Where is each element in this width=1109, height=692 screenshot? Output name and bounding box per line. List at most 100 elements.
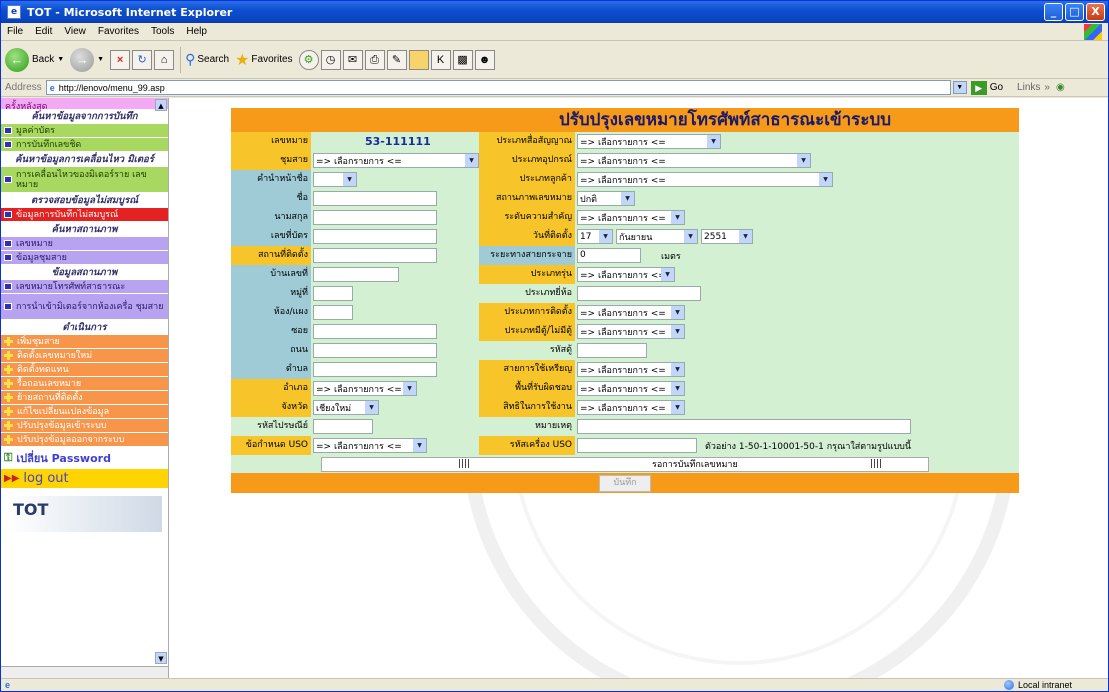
sidebar-item-label: ปรับปรุงข้อมูลออกจากระบบ [17,434,125,445]
minimize-button[interactable]: _ [1044,3,1063,21]
sidebar-item-exchange[interactable]: ข้อมูลชุมสาย [1,251,168,265]
room-panel-input[interactable] [313,305,353,320]
number-status-select[interactable]: ปกติ ▼ [577,191,635,206]
menu-view[interactable]: View [64,26,86,37]
sidebar-item-update-in[interactable]: ปรับปรุงข้อมูลเข้าระบบ [1,419,168,433]
sidebar-item-update-out[interactable]: ปรับปรุงข้อมูลออกจากระบบ [1,433,168,447]
mail-icon[interactable]: ✉ [342,49,363,70]
remark-input[interactable] [577,419,911,434]
exchange-select[interactable]: => เลือกรายการ <= ▼ [313,153,479,168]
install-month-select[interactable]: กันยายน ▼ [616,229,698,244]
address-dropdown-icon[interactable]: ▼ [952,81,967,94]
device-type-select[interactable]: => เลือกรายการ <= ▼ [577,153,811,168]
soi-input[interactable] [313,324,437,339]
coin-line-select[interactable]: => เลือกรายการ <= ▼ [577,362,685,377]
folder-icon[interactable] [408,49,429,70]
usage-right-select[interactable]: => เลือกรายการ <= ▼ [577,400,685,415]
maximize-button[interactable]: □ [1065,3,1084,21]
model-type-select[interactable]: => เลือกรายการ <= ▼ [577,267,675,282]
sidebar-item-label: ย้ายสถานที่ติดตั้ง [17,392,83,403]
brand-type-input[interactable] [577,286,701,301]
sidebar-scroll-up-icon[interactable]: ▲ [155,99,167,111]
bullet-icon [4,141,12,148]
sidebar-item-install-new[interactable]: ติดตั้งเลขหมายใหม่ [1,349,168,363]
users-icon[interactable]: ☻ [474,49,495,70]
save-button[interactable]: บันทึก [599,474,651,492]
uso-spec-select[interactable]: => เลือกรายการ <= ▼ [313,438,427,453]
subdistrict-input[interactable] [313,362,437,377]
sidebar-item-public-phone[interactable]: เลขหมายโทรศัพท์สาธารณะ [1,280,168,294]
priority-select[interactable]: => เลือกรายการ <= ▼ [577,210,685,225]
sidebar-item-edit-data[interactable]: แก้ไขเปลี่ยนแปลงข้อมูล [1,405,168,419]
responsible-area-select[interactable]: => เลือกรายการ <= ▼ [577,381,685,396]
first-name-input[interactable] [313,191,437,206]
village-no-input[interactable] [313,286,353,301]
forward-dropdown-icon[interactable]: ▼ [97,56,104,63]
print-icon[interactable]: ⎙ [364,49,385,70]
postal-code-input[interactable] [313,419,373,434]
menu-favorites[interactable]: Favorites [98,26,139,37]
research-icon[interactable]: ▩ [452,49,473,70]
menu-edit[interactable]: Edit [35,26,52,37]
search-button[interactable]: ⚲ Search [185,51,229,68]
favorites-button[interactable]: ★ Favorites [235,50,292,70]
uso-device-input[interactable] [577,438,697,453]
content-frame: ปรับปรุงเลขหมายโทรศัพท์สาธารณะเข้าระบบ เ… [169,98,1108,680]
change-password-link[interactable]: ⚿ เปลี่ยน Password [1,447,168,469]
customer-type-select[interactable]: => เลือกรายการ <= ▼ [577,172,833,187]
road-input[interactable] [313,343,437,358]
install-day-select[interactable]: 17 ▼ [577,229,613,244]
menu-file[interactable]: File [7,26,23,37]
signal-type-select[interactable]: => เลือกรายการ <= ▼ [577,134,721,149]
sidebar-item-remove[interactable]: รื้อถอนเลขหมาย [1,377,168,391]
sidebar-scroll-down-icon[interactable]: ▼ [155,652,167,664]
sidebar-item-incomplete[interactable]: ข้อมูลการบันทึกไม่สมบูรณ์ [1,208,168,222]
menu-help[interactable]: Help [186,26,207,37]
sidebar-item-label: ข้อมูลชุมสาย [16,252,67,263]
forward-button[interactable]: → ▼ [70,47,104,72]
close-button[interactable]: X [1086,3,1105,21]
last-name-input[interactable] [313,210,437,225]
extensions-icon[interactable]: ◉ [1056,82,1065,93]
bullet-icon [4,303,12,310]
address-input[interactable]: e http://lenovo/menu_99.asp [45,80,951,95]
install-year-select[interactable]: 2551 ▼ [701,229,753,244]
booth-type-select[interactable]: => เลือกรายการ <= ▼ [577,324,685,339]
cable-distance-input[interactable]: 0 [577,248,641,263]
sidebar-item-relocate[interactable]: ย้ายสถานที่ติดตั้ง [1,391,168,405]
province-select[interactable]: เชียงใหม่ ▼ [313,400,379,415]
title-prefix-select[interactable]: ▼ [313,172,357,187]
stop-icon[interactable]: × [110,49,131,70]
sidebar-item-replace[interactable]: ติดตั้งทดแทน [1,363,168,377]
district-select[interactable]: => เลือกรายการ <= ▼ [313,381,417,396]
edit-icon[interactable]: ✎ [386,49,407,70]
sidebar-item-meter-movement[interactable]: การเคลื่อนไหวของมิเตอร์ราย เลขหมาย [1,167,168,193]
back-button[interactable]: ← Back ▼ [5,47,64,72]
install-location-input[interactable] [313,248,437,263]
card-number-input[interactable] [313,229,437,244]
links-chevron-icon[interactable]: » [1044,82,1050,93]
go-button[interactable]: ▶ Go [970,80,1003,95]
home-icon[interactable]: ⌂ [154,49,175,70]
booth-code-input[interactable] [577,343,647,358]
links-button[interactable]: Links [1017,82,1040,93]
sidebar-item-latest[interactable]: ครั้งหลังสุด [1,98,168,112]
sidebar-item-meter-import[interactable]: การนำเข้ามิเตอร์จากห้องเครื่อ ชุมสาย [1,294,168,320]
sidebar-item-add-exchange[interactable]: เพิ่มชุมสาย [1,335,168,349]
sidebar-item-card-value[interactable]: มูลค่าบัตร [1,124,168,138]
back-arrow-icon: ← [5,47,29,72]
sidebar-item-record[interactable]: การบันทึกเลขชิด [1,138,168,152]
install-type-select[interactable]: => เลือกรายการ <= ▼ [577,305,685,320]
refresh-icon[interactable]: ↻ [132,49,153,70]
media-icon[interactable]: ⚙ [298,49,319,70]
house-number-input[interactable] [313,267,399,282]
sidebar-item-number[interactable]: เลขหมาย [1,237,168,251]
double-arrow-icon: ▶▶ [4,473,20,484]
back-dropdown-icon[interactable]: ▼ [57,56,64,63]
history-icon[interactable]: ◷ [320,49,341,70]
messenger-icon[interactable]: K [430,49,451,70]
sidebar-item-label: การบันทึกเลขชิด [16,139,82,150]
menu-tools[interactable]: Tools [151,26,174,37]
logout-link[interactable]: ▶▶ log out [1,469,168,488]
sidebar-item-label: การเคลื่อนไหวของมิเตอร์ราย เลขหมาย [16,169,147,190]
